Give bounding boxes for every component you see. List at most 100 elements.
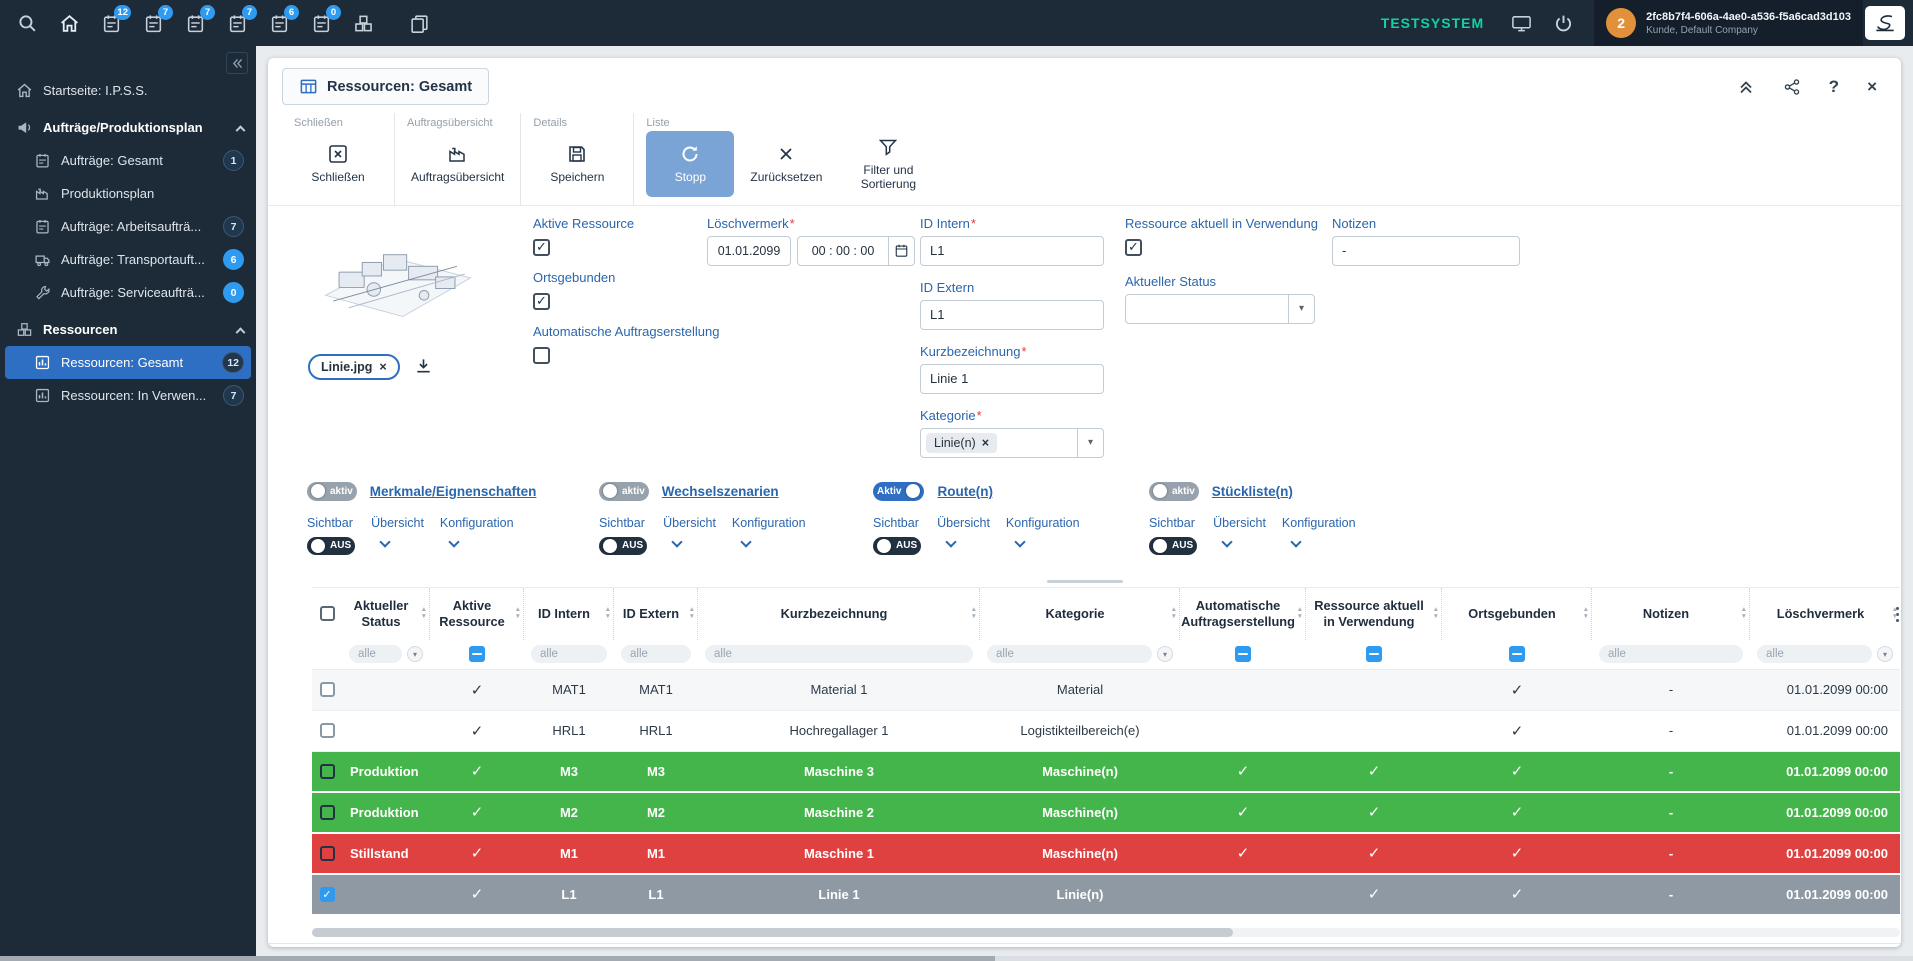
- table-row-l1-selected[interactable]: ✓ ✓ L1 L1 Linie 1 Linie(n) ✓ ✓ - 01.01.2…: [312, 875, 1900, 916]
- user-menu[interactable]: 2 2fc8b7f4-606a-4ae0-a536-f5a6cad3d103 K…: [1594, 0, 1863, 46]
- table-row-m2[interactable]: Produktion ✓ M2 M2 Maschine 2 Maschine(n…: [312, 793, 1900, 834]
- topbar-nav-icon-6[interactable]: 0: [308, 10, 334, 36]
- select-all-checkbox[interactable]: [320, 606, 335, 621]
- column-header-auto[interactable]: Automatische Auftragserstellung▲▼: [1180, 588, 1306, 640]
- download-icon[interactable]: [414, 357, 433, 376]
- scrollbar-thumb[interactable]: [0, 956, 995, 961]
- sort-icon[interactable]: ▲▼: [971, 606, 977, 622]
- chevron-down-icon[interactable]: [740, 536, 751, 547]
- filter-dropdown-icon[interactable]: ▾: [1877, 646, 1893, 662]
- sidebar-collapse-button[interactable]: [226, 52, 248, 74]
- in-verwendung-checkbox[interactable]: ✓: [1125, 239, 1142, 256]
- chevron-down-icon[interactable]: [379, 536, 390, 547]
- close-view-button[interactable]: Schließen: [294, 131, 382, 197]
- sichtbar-toggle[interactable]: AUS: [599, 537, 647, 555]
- filter-input-id-intern[interactable]: [531, 645, 607, 663]
- sort-icon[interactable]: ▲▼: [1171, 606, 1177, 622]
- chevron-down-icon[interactable]: ▾: [1288, 295, 1314, 323]
- row-checkbox[interactable]: [320, 764, 335, 779]
- collapse-panel-icon[interactable]: [1737, 78, 1755, 96]
- sort-icon[interactable]: ▲▼: [1741, 606, 1747, 622]
- id-intern-input[interactable]: [920, 236, 1104, 266]
- column-header-kurzbezeichnung[interactable]: Kurzbezeichnung▲▼: [698, 588, 980, 640]
- save-button[interactable]: Speichern: [533, 131, 621, 197]
- stop-refresh-button[interactable]: Stopp: [646, 131, 734, 197]
- power-icon[interactable]: [1550, 10, 1576, 36]
- column-header-id-extern[interactable]: ID Extern▲▼: [614, 588, 698, 640]
- sort-icon[interactable]: ▲▼: [1297, 606, 1303, 622]
- scrollbar-thumb[interactable]: [312, 928, 1233, 937]
- filter-checkbox-auto[interactable]: [1235, 646, 1251, 662]
- table-row-m1[interactable]: Stillstand ✓ M1 M1 Maschine 1 Maschine(n…: [312, 834, 1900, 875]
- sidebar-group-ressourcen[interactable]: Ressourcen: [0, 313, 256, 346]
- resource-image[interactable]: [308, 218, 486, 332]
- filter-input-loeschvermerk[interactable]: [1757, 645, 1872, 663]
- close-panel-icon[interactable]: ×: [1867, 78, 1877, 95]
- help-icon[interactable]: ?: [1829, 78, 1839, 95]
- automatische-auftragserstellung-checkbox[interactable]: [533, 347, 550, 364]
- remove-file-icon[interactable]: ×: [379, 360, 386, 374]
- sort-icon[interactable]: ▲▼: [1433, 606, 1439, 622]
- column-header-status[interactable]: Aktueller Status▲▼: [342, 588, 430, 640]
- topbar-nav-icon-4[interactable]: 7: [224, 10, 250, 36]
- section-toggle[interactable]: aktiv: [307, 482, 357, 501]
- topbar-nav-icon-5[interactable]: 6: [266, 10, 292, 36]
- topbar-nav-icon-2[interactable]: 7: [140, 10, 166, 36]
- kategorie-multiselect[interactable]: Linie(n) × ▾: [920, 428, 1104, 458]
- filter-dropdown-icon[interactable]: ▾: [1157, 646, 1173, 662]
- row-checkbox[interactable]: [320, 846, 335, 861]
- sidebar-item-arbeitsauftraege[interactable]: Aufträge: Arbeitsaufträ... 7: [0, 210, 256, 243]
- topbar-nav-icon-3[interactable]: 7: [182, 10, 208, 36]
- chevron-down-icon[interactable]: [945, 536, 956, 547]
- column-header-id-intern[interactable]: ID Intern▲▼: [524, 588, 614, 640]
- filter-sort-button[interactable]: Filter und Sortierung: [838, 131, 938, 197]
- sichtbar-toggle[interactable]: AUS: [307, 537, 355, 555]
- chevron-down-icon[interactable]: [448, 536, 459, 547]
- home-icon[interactable]: [56, 10, 82, 36]
- row-checkbox[interactable]: [320, 805, 335, 820]
- filter-checkbox-aktive[interactable]: [469, 646, 485, 662]
- section-toggle[interactable]: Aktiv: [873, 482, 924, 501]
- sichtbar-toggle[interactable]: AUS: [1149, 537, 1197, 555]
- section-toggle[interactable]: aktiv: [1149, 482, 1199, 501]
- sidebar-item-produktionsplan[interactable]: Produktionsplan: [0, 177, 256, 210]
- id-extern-input[interactable]: [920, 300, 1104, 330]
- aktueller-status-select[interactable]: ▾: [1125, 294, 1315, 324]
- auftragsuebersicht-button[interactable]: Auftragsübersicht: [407, 131, 508, 197]
- monitor-icon[interactable]: [1508, 10, 1534, 36]
- sort-icon[interactable]: ▲▼: [515, 606, 521, 622]
- table-horizontal-scrollbar[interactable]: [312, 928, 1900, 937]
- section-toggle[interactable]: aktiv: [599, 482, 649, 501]
- column-header-kategorie[interactable]: Kategorie▲▼: [980, 588, 1180, 640]
- sidebar-item-transportauftraege[interactable]: Aufträge: Transportauft... 6: [0, 243, 256, 276]
- search-icon[interactable]: [14, 10, 40, 36]
- boxes-icon[interactable]: [350, 10, 376, 36]
- filter-dropdown-icon[interactable]: ▾: [407, 646, 423, 662]
- loeschvermerk-time-input[interactable]: 00 : 00 : 00: [797, 236, 915, 266]
- filter-input-kurzbezeichnung[interactable]: [705, 645, 973, 663]
- filter-input-kategorie[interactable]: [987, 645, 1152, 663]
- aktive-ressource-checkbox[interactable]: ✓: [533, 239, 550, 256]
- chevron-down-icon[interactable]: [1221, 536, 1232, 547]
- file-chip[interactable]: Linie.jpg ×: [308, 354, 400, 380]
- sort-icon[interactable]: ▲▼: [605, 606, 611, 622]
- column-header-notizen[interactable]: Notizen▲▼: [1592, 588, 1750, 640]
- ortsgebunden-checkbox[interactable]: ✓: [533, 293, 550, 310]
- sidebar-group-auftraege[interactable]: Aufträge/Produktionsplan: [0, 111, 256, 144]
- chevron-down-icon[interactable]: [671, 536, 682, 547]
- table-row-mat1[interactable]: ✓ MAT1 MAT1 Material 1 Material ✓ - 01.0…: [312, 670, 1900, 711]
- sichtbar-toggle[interactable]: AUS: [873, 537, 921, 555]
- chevron-down-icon[interactable]: [1290, 536, 1301, 547]
- chevron-down-icon[interactable]: ▾: [1077, 429, 1103, 457]
- filter-input-status[interactable]: [349, 645, 402, 663]
- sidebar-item-serviceauftraege[interactable]: Aufträge: Serviceaufträ... 0: [0, 276, 256, 309]
- loeschvermerk-date-input[interactable]: 01.01.2099: [707, 236, 791, 266]
- sort-icon[interactable]: ▲▼: [421, 606, 427, 622]
- column-header-verwendung[interactable]: Ressource aktuell in Verwendung▲▼: [1306, 588, 1442, 640]
- topbar-nav-icon-1[interactable]: 12: [98, 10, 124, 36]
- section-link-routen[interactable]: Route(n): [937, 484, 992, 499]
- row-checkbox[interactable]: ✓: [320, 887, 335, 902]
- sidebar-item-ressourcen-in-verwendung[interactable]: Ressourcen: In Verwen... 7: [0, 379, 256, 412]
- remove-kategorie-icon[interactable]: ×: [982, 436, 989, 450]
- panel-splitter-handle[interactable]: [1047, 580, 1123, 583]
